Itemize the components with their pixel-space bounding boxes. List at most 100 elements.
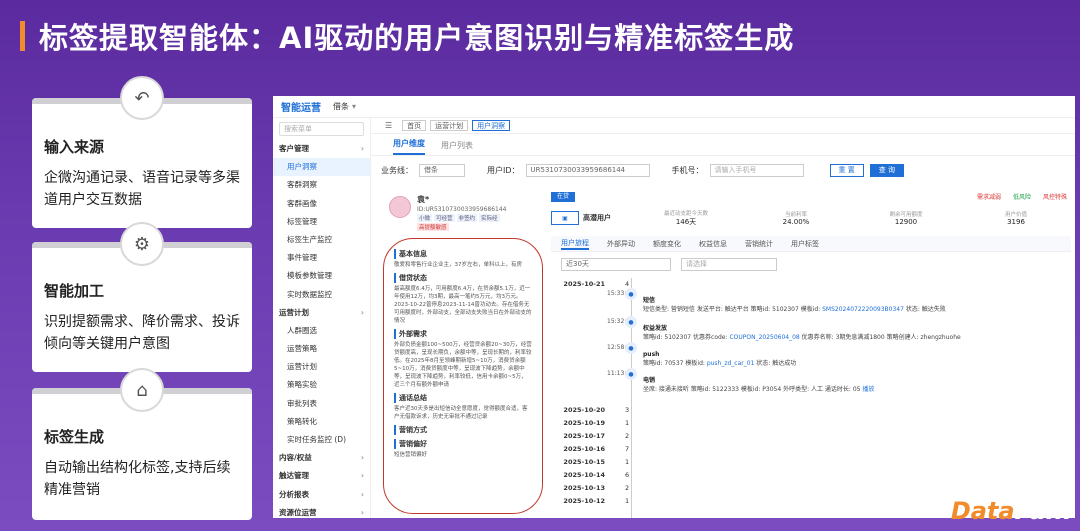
timeline-date-row[interactable]: 2025-10-15 1	[551, 458, 629, 466]
app-header: 智能运营 借条 ▾	[273, 96, 1075, 118]
phone-label: 手机号：	[671, 165, 704, 175]
sidebar-item[interactable]: 实时数据监控	[273, 286, 370, 304]
sidebar-item[interactable]: 事件管理	[273, 249, 370, 267]
user-journey-timeline: 2025-10-21 4 15:33:31 ● 短信 短信类型: 营销短信 发送平台: …	[551, 278, 1071, 518]
sidebar-item[interactable]: 运营计划	[273, 358, 370, 376]
sidebar: 搜索菜单 客户管理 › 用户洞察 客群洞察 客群画像 标签管理 标签生产监控 事件管理 模板参数…	[273, 118, 371, 518]
event-link[interactable]: 播放	[862, 386, 874, 393]
phone-input[interactable]: 请输入手机号	[709, 163, 804, 177]
sidebar-item[interactable]: 运营计划 ›	[273, 304, 370, 322]
subtab-user-dimension[interactable]: 用户维度	[393, 138, 425, 155]
tab-home[interactable]: 首页	[402, 120, 427, 131]
sidebar-item[interactable]: 标签生产监控	[273, 231, 370, 249]
event-link[interactable]: COUPON_20250604_08	[729, 334, 799, 341]
timeline-event[interactable]: 电销 坐席: 接通未接听 策略id: 5122333 模板id: P3054 外呼…	[643, 376, 1065, 394]
sidebar-item[interactable]: 策略转化	[273, 413, 370, 431]
query-button[interactable]: 查 询	[869, 163, 904, 177]
card-title: 智能加工	[44, 282, 105, 300]
undo-arrow-icon: ↶	[120, 76, 164, 120]
stats-row: ▣ 高潜用户 最近动支距今天数 146天 当前利率 24.00% 剩余可用额度 129…	[551, 206, 1071, 230]
coupon-icon: ●	[625, 316, 637, 328]
sidebar-item[interactable]: 触达管理 ›	[273, 467, 370, 485]
card-desc: 自动输出结构化标签,支持后续精准营销	[44, 460, 231, 498]
slide-title: 标签提取智能体：AI驱动的用户意图识别与精准标签生成	[20, 18, 794, 55]
timeline-date-row[interactable]: 2025-10-19 1	[551, 419, 629, 427]
alert-tags: 需求减弱 低风险 风控特殊	[977, 192, 1067, 201]
chevron-icon: ›	[360, 489, 364, 499]
card-processing: ⚙ 智能加工 识别提额需求、降价需求、投诉倾向等关键用户意图	[32, 222, 252, 372]
timeline-event[interactable]: 权益发放 策略id: 5102307 优惠券code: COUPON_202506…	[643, 324, 1065, 342]
type-select[interactable]: 请选择	[681, 258, 777, 271]
phone-icon: ●	[625, 368, 637, 380]
sidebar-item[interactable]: 标签管理	[273, 213, 370, 231]
timeline-date-row[interactable]: 2025-10-12 1	[551, 497, 629, 505]
card-input-source: ↶ 输入来源 企微沟通记录、语音记录等多渠道用户交互数据	[32, 76, 252, 228]
timeline-date-row[interactable]: 2025-10-17 2	[551, 432, 629, 440]
user-type-icon: ▣	[551, 211, 579, 225]
sidebar-item[interactable]: 内容/权益 ›	[273, 449, 370, 467]
timeline-axis	[631, 278, 632, 518]
section-title: 外部需求	[394, 329, 532, 339]
section-title: 营销偏好	[394, 439, 532, 449]
sidebar-item[interactable]: 用户洞察	[273, 158, 370, 177]
timeline-date-row[interactable]: 2025-10-16 7	[551, 445, 629, 453]
detail-tab[interactable]: 用户旅程	[561, 238, 589, 250]
subtab-user-list[interactable]: 用户列表	[441, 140, 473, 155]
detail-tabs: 用户旅程 外部异动 额度变化 权益信息 营销统计 用户标签	[551, 236, 1071, 252]
chevron-icon: ›	[360, 453, 364, 463]
timeline-date-row[interactable]: 2025-10-21 4	[551, 280, 629, 288]
user-id: ID:UR5310730033959686144	[417, 206, 507, 213]
sidebar-item[interactable]: 模板参数管理	[273, 267, 370, 285]
sidebar-item[interactable]: 分析报表 ›	[273, 486, 370, 504]
sidebar-item[interactable]: 实时任务监控 (D)	[273, 431, 370, 449]
timeline-date-row[interactable]: 2025-10-20 3	[551, 406, 629, 414]
sidebar-item[interactable]: 运营策略	[273, 340, 370, 358]
sidebar-item[interactable]: 人群圈选	[273, 322, 370, 340]
tab-strip: ☰ 首页 运营计划 用户洞察	[371, 118, 1075, 134]
event-link[interactable]: push_zd_car_01	[707, 360, 755, 367]
profile-chip: 可经营	[434, 214, 455, 222]
chevron-icon: ›	[360, 307, 364, 317]
card-tag-generation: ⌂ 标签生成 自动输出结构化标签,支持后续精准营销	[32, 368, 252, 520]
alert-tag: 需求减弱	[976, 194, 1001, 201]
timeline-date-row[interactable]: 2025-10-13 2	[551, 484, 629, 492]
range-select[interactable]: 近30天	[561, 258, 671, 271]
status-badge: 在贷	[551, 192, 576, 202]
menu-icon[interactable]: ☰	[385, 121, 392, 130]
chevron-down-icon[interactable]: ▾	[352, 102, 356, 111]
sidebar-item[interactable]: 客户管理 ›	[273, 140, 370, 158]
detail-tab[interactable]: 额度变化	[653, 239, 681, 249]
sidebar-item[interactable]: 策略实验	[273, 376, 370, 394]
datafun-watermark: DataFun.	[950, 497, 1072, 525]
tab-ops-plan[interactable]: 运营计划	[430, 120, 469, 131]
user-name: 袁*	[417, 195, 430, 204]
detail-tab[interactable]: 营销统计	[745, 239, 773, 249]
sidebar-item[interactable]: 客群画像	[273, 195, 370, 213]
uid-input[interactable]: UR5310730033959686144	[525, 163, 650, 177]
app-logo[interactable]: 智能运营	[281, 99, 321, 114]
timeline-event[interactable]: 短信 短信类型: 营销短信 发送平台: 触达平台 策略id: 5102307 模板…	[643, 296, 1065, 314]
section-desc: 最高额度6.4万，可用额度6.4万，在贷余额5.1万，近一年使用12万，均3期，…	[394, 286, 532, 324]
user-type-label: 高潜用户	[583, 214, 611, 222]
detail-tab[interactable]: 权益信息	[699, 239, 727, 249]
timeline-date-row[interactable]: 2025-10-14 6	[551, 471, 629, 479]
stat-item: 剩余可用额度 12900	[889, 212, 923, 226]
tag-icon: ⌂	[120, 368, 164, 412]
profile-chip: 非签约	[456, 214, 478, 222]
sidebar-item[interactable]: 审批列表	[273, 395, 370, 413]
section-title: 基本信息	[394, 249, 532, 259]
menu-search-input[interactable]: 搜索菜单	[279, 122, 364, 136]
detail-tab[interactable]: 用户标签	[791, 239, 819, 249]
event-link[interactable]: SMS2024072220093B0347	[822, 306, 904, 313]
detail-tab[interactable]: 外部异动	[607, 239, 635, 249]
timeline-event[interactable]: push 策略id: 70537 模板id: push_zd_car_01 状态:…	[643, 350, 1065, 368]
profile-chip: 实际经	[479, 214, 500, 222]
section-desc: 敬爱和零售行业企业主，37岁左右，单科以上，有房	[394, 262, 523, 268]
product-select[interactable]: 借条	[333, 101, 349, 112]
reset-button[interactable]: 重 置	[829, 163, 864, 177]
sidebar-item[interactable]: 资源位运营 ›	[273, 504, 370, 518]
sidebar-item[interactable]: 客群洞察	[273, 176, 370, 194]
biz-line-select[interactable]: 借条	[419, 163, 465, 177]
section-title: 通话总结	[394, 393, 532, 403]
tab-user-insight[interactable]: 用户洞察	[472, 120, 511, 131]
